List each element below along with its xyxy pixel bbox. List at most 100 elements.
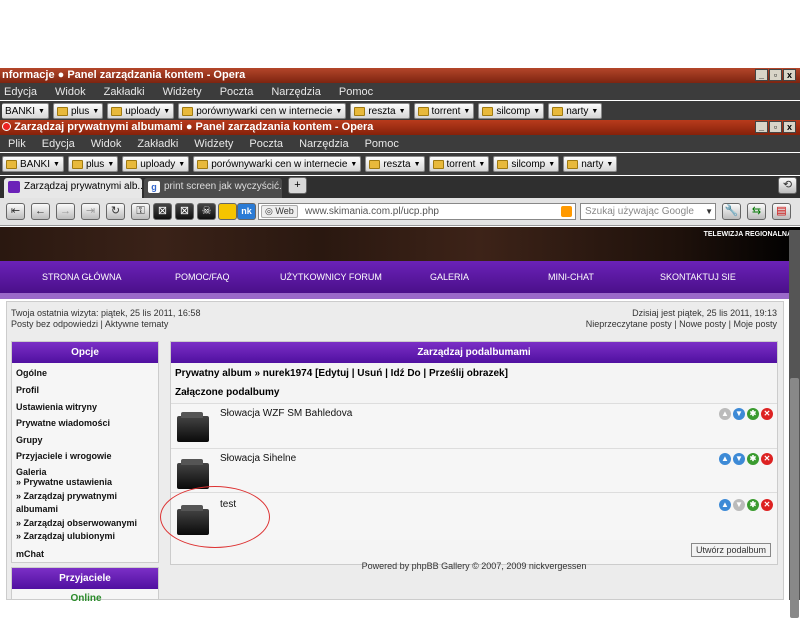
translate-icon[interactable]: ⇆ [747, 203, 766, 220]
gear-icon[interactable]: ✱ [747, 453, 759, 465]
gear-icon[interactable]: ✱ [747, 499, 759, 511]
block-icon-2[interactable]: ⊠ [175, 203, 194, 220]
bookmark-folder[interactable]: porównywarki cen w internecie ▼ [193, 156, 362, 172]
bookmark-folder[interactable]: uploady ▼ [122, 156, 190, 172]
minimize-button[interactable]: _ [755, 121, 768, 133]
closed-tabs-icon[interactable]: ⟲ [778, 177, 797, 194]
menu-item[interactable]: Zakładki [137, 138, 178, 150]
block-icon[interactable]: ⊠ [153, 203, 172, 220]
site-banner: TELEWIZJA REGIONALNA [0, 227, 800, 261]
album-name[interactable]: Słowacja Sihelne [220, 453, 296, 464]
close-button[interactable]: x [783, 69, 796, 81]
sidebar-item-messages[interactable]: Prywatne wiadomości [12, 418, 110, 428]
menu-item[interactable]: Edycja [42, 138, 75, 150]
album-breadcrumb[interactable]: Prywatny album » nurek1974 [Edytuj | Usu… [175, 368, 508, 379]
menu-item[interactable]: Narzędzia [271, 86, 321, 98]
menu-item[interactable]: Poczta [249, 138, 283, 150]
sidebar-sub-manage-private[interactable]: » Zarządzaj prywatnymi [12, 491, 117, 501]
new-tab-button[interactable]: + [288, 177, 307, 194]
bookmark-folder[interactable]: BANKI ▼ [2, 156, 64, 172]
scrollbar[interactable] [789, 230, 800, 618]
bookmark-folder[interactable]: uploady ▼ [107, 103, 175, 119]
move-up-icon[interactable]: ▲ [719, 453, 731, 465]
create-subalbum-button[interactable]: Utwórz podalbum [690, 543, 771, 557]
nav-faq[interactable]: POMOC/FAQ [175, 272, 230, 282]
tab-google[interactable]: g print screen jak wyczyścić... [144, 178, 282, 198]
bookmark-folder[interactable]: plus ▼ [52, 103, 104, 119]
delete-icon[interactable]: ✕ [761, 408, 773, 420]
pdf-icon[interactable]: ▤ [772, 203, 791, 220]
move-down-icon[interactable]: ▼ [733, 453, 745, 465]
dropdown-icon: ▼ [478, 160, 486, 168]
menu-item[interactable]: Zakładki [104, 86, 145, 98]
sidebar-sub-private-settings[interactable]: » Prywatne ustawienia [12, 477, 112, 487]
menu-item[interactable]: Poczta [220, 86, 254, 98]
sidebar-sub-albums[interactable]: albumami [12, 504, 58, 514]
nav-contact[interactable]: SKONTAKTUJ SIE [660, 272, 736, 282]
search-field[interactable]: Szukaj używając Google ▼ [580, 203, 716, 220]
delete-icon[interactable]: ✕ [761, 453, 773, 465]
forward-icon[interactable]: → [56, 203, 75, 220]
menu-item[interactable]: Edycja [4, 86, 37, 98]
menu-item[interactable]: Plik [8, 138, 26, 150]
fast-forward-icon[interactable]: ⇥ [81, 203, 100, 220]
delete-icon[interactable]: ✕ [761, 499, 773, 511]
minimize-button[interactable]: _ [755, 69, 768, 81]
sidebar-item-mchat[interactable]: mChat [12, 549, 44, 559]
tab-albums[interactable]: Zarządzaj prywatnymi alb... [4, 178, 142, 198]
album-row[interactable]: Słowacja WZF SM Bahledova ▲ ▼ ✱ ✕ [171, 403, 777, 451]
bookmark-folder[interactable]: silcomp ▼ [493, 156, 560, 172]
scrollbar-thumb[interactable] [790, 378, 799, 618]
nav-users[interactable]: UŻYTKOWNICY FORUM [280, 272, 382, 282]
posts-links[interactable]: Nieprzeczytane posty | Nowe posty | Moje… [586, 319, 777, 330]
move-down-icon[interactable]: ▼ [733, 408, 745, 420]
sidebar-item-profile[interactable]: Profil [12, 385, 39, 395]
sidebar-item-groups[interactable]: Grupy [12, 435, 43, 445]
reload-icon[interactable]: ↻ [106, 203, 125, 220]
nav-gallery[interactable]: GALERIA [430, 272, 469, 282]
key-icon[interactable]: ⚿ [131, 203, 150, 220]
rss-icon[interactable] [561, 206, 572, 217]
bookmark-folder[interactable]: BANKI ▼ [2, 103, 49, 119]
maximize-button[interactable]: ▫ [769, 121, 782, 133]
nav-minichat[interactable]: MINI-CHAT [548, 272, 594, 282]
bookmark-folder[interactable]: torrent ▼ [413, 103, 475, 119]
menu-item[interactable]: Widok [55, 86, 86, 98]
back-first-icon[interactable]: ⇤ [6, 203, 25, 220]
notes-icon[interactable] [218, 203, 237, 220]
nav-home[interactable]: STRONA GŁÓWNA [42, 272, 122, 282]
menu-item[interactable]: Widżety [194, 138, 233, 150]
bookmark-folder[interactable]: porównywarki cen w internecie ▼ [178, 103, 347, 119]
pirate-icon[interactable]: ☠ [197, 203, 216, 220]
bookmark-folder[interactable]: silcomp ▼ [478, 103, 545, 119]
back-icon[interactable]: ← [31, 203, 50, 220]
sidebar-item-settings[interactable]: Ustawienia witryny [12, 402, 97, 412]
sidebar-sub-favorites[interactable]: » Zarządzaj ulubionymi [12, 531, 115, 541]
menu-item[interactable]: Widżety [163, 86, 202, 98]
menu-item[interactable]: Narzędzia [299, 138, 349, 150]
close-button[interactable]: x [783, 121, 796, 133]
maximize-button[interactable]: ▫ [769, 69, 782, 81]
menu-item[interactable]: Widok [91, 138, 122, 150]
nk-icon[interactable]: nk [237, 203, 256, 220]
bookmark-folder[interactable]: reszta ▼ [365, 156, 425, 172]
gear-icon[interactable]: ✱ [747, 408, 759, 420]
address-field[interactable]: ◎ Web www.skimania.com.pl/ucp.php [258, 203, 576, 220]
sidebar-sub-watched[interactable]: » Zarządzaj obserwowanymi [12, 518, 137, 528]
bookmark-folder[interactable]: narty ▼ [548, 103, 603, 119]
bookmark-folder[interactable]: plus ▼ [67, 156, 119, 172]
sidebar-item-gallery[interactable]: Galeria [12, 467, 47, 477]
move-up-icon[interactable]: ▲ [719, 499, 731, 511]
bookmark-folder[interactable]: reszta ▼ [350, 103, 410, 119]
album-name[interactable]: Słowacja WZF SM Bahledova [220, 408, 352, 419]
album-row[interactable]: Słowacja Sihelne ▲ ▼ ✱ ✕ [171, 448, 777, 496]
unanswered-links[interactable]: Posty bez odpowiedzi | Aktywne tematy [11, 319, 168, 330]
bookmark-folder[interactable]: narty ▼ [563, 156, 618, 172]
sidebar-item-friends[interactable]: Przyjaciele i wrogowie [12, 451, 112, 461]
wrench-icon[interactable]: 🔧 [722, 203, 741, 220]
bookmark-folder[interactable]: torrent ▼ [428, 156, 490, 172]
menu-item[interactable]: Pomoc [365, 138, 399, 150]
sidebar-item-general[interactable]: Ogólne [12, 368, 47, 378]
menu-item[interactable]: Pomoc [339, 86, 373, 98]
chevron-down-icon[interactable]: ▼ [705, 204, 713, 219]
